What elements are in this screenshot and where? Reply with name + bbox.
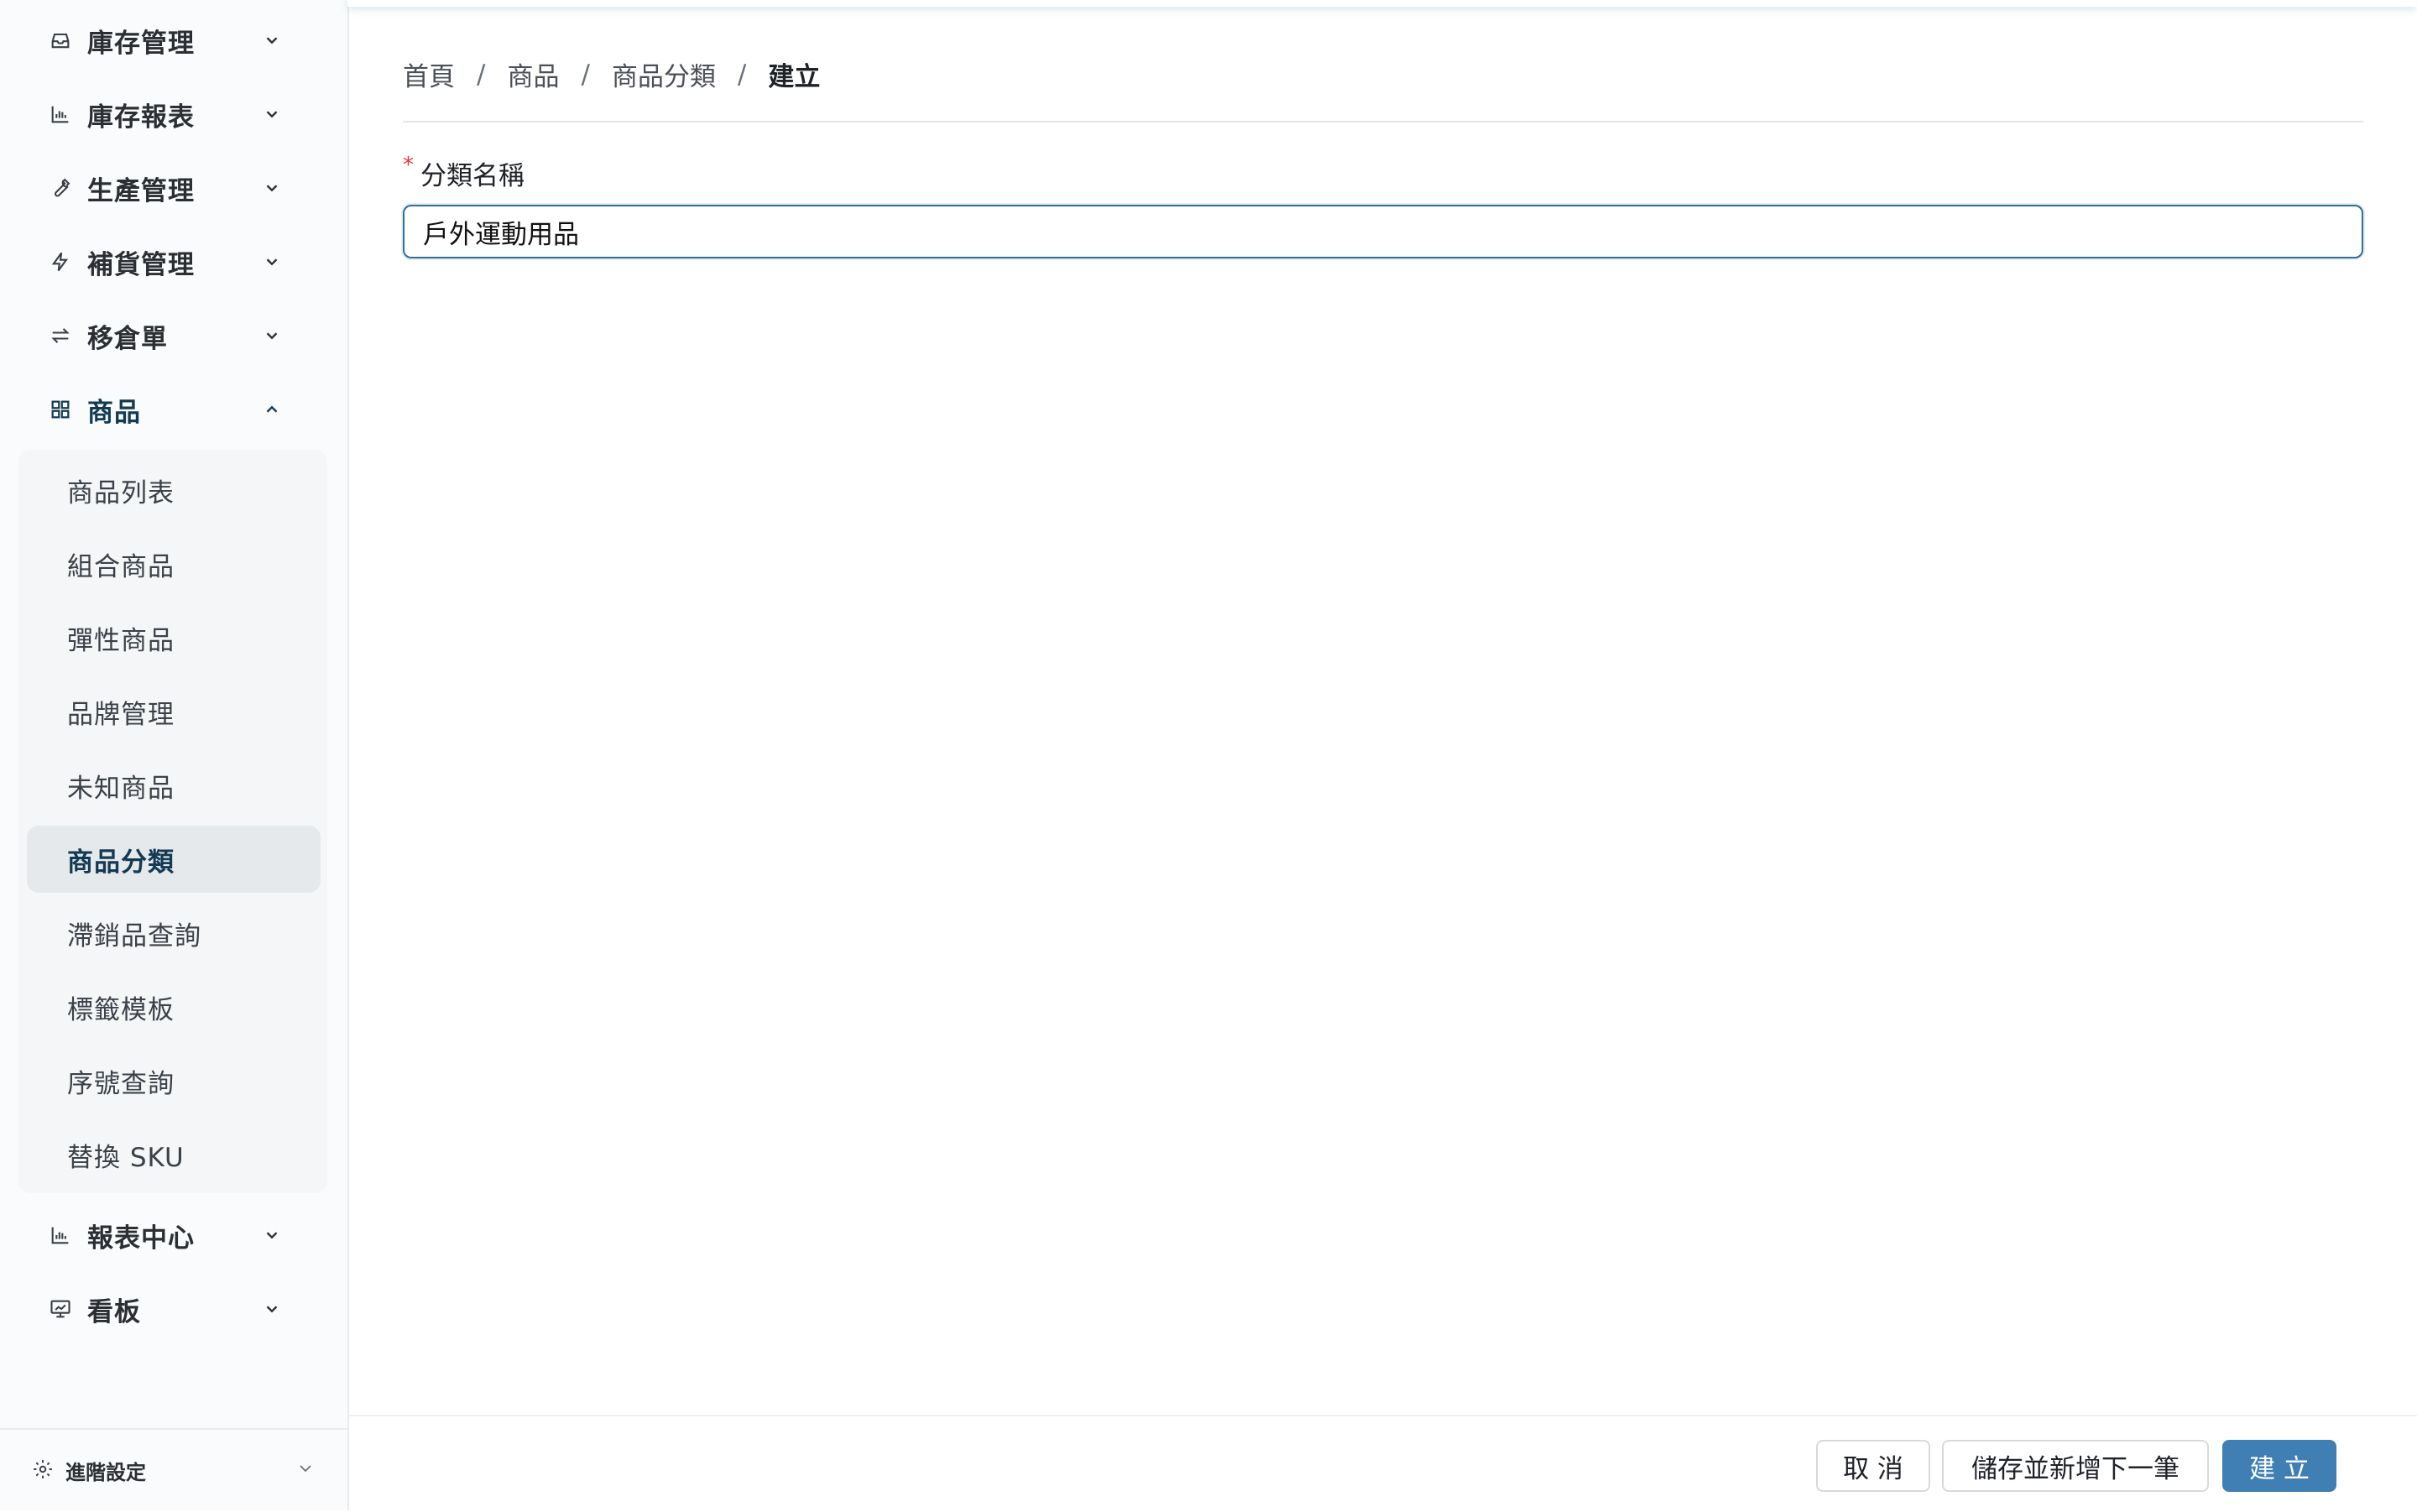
submenu-item-label: 彈性商品 <box>67 625 175 656</box>
sidebar-item-label: 補貨管理 <box>87 249 195 280</box>
inbox-icon <box>44 23 77 57</box>
submenu-item-serial-query[interactable]: 序號查詢 <box>27 1047 321 1114</box>
breadcrumb-home[interactable]: 首頁 <box>403 55 455 93</box>
category-name-input[interactable] <box>403 205 2363 258</box>
chevron-down-icon[interactable] <box>257 1294 287 1324</box>
submenu-item-unknown-products[interactable]: 未知商品 <box>27 752 321 819</box>
bar-chart-icon <box>44 97 77 131</box>
breadcrumb-separator: / <box>737 59 747 90</box>
chevron-up-icon[interactable] <box>257 394 287 425</box>
sidebar: 庫存管理 庫存報表 生產管理 補貨管理 移倉單 商品 商品列表 組合商品 彈性商… <box>0 0 349 1510</box>
advanced-settings-label: 進階設定 <box>65 1460 146 1484</box>
cancel-button[interactable]: 取 消 <box>1816 1440 1930 1492</box>
sidebar-item-label: 報表中心 <box>87 1223 195 1254</box>
submenu-item-label: 未知商品 <box>67 773 175 804</box>
divider <box>403 121 2363 123</box>
chevron-down-icon[interactable] <box>257 25 287 55</box>
grid-icon <box>44 393 77 426</box>
header-strip <box>347 0 2417 7</box>
products-submenu: 商品列表 組合商品 彈性商品 品牌管理 未知商品 商品分類 滯銷品查詢 標籤模板… <box>18 450 327 1193</box>
submenu-item-slow-moving-query[interactable]: 滯銷品查詢 <box>27 899 321 967</box>
category-name-label: * 分類名稱 <box>403 154 525 192</box>
breadcrumb-product-categories[interactable]: 商品分類 <box>612 55 716 93</box>
sidebar-item-transfer-order[interactable]: 移倉單 <box>18 305 304 366</box>
chevron-down-icon[interactable] <box>257 1220 287 1250</box>
sidebar-item-dashboard[interactable]: 看板 <box>18 1279 304 1339</box>
submenu-item-label: 滯銷品查詢 <box>67 920 201 952</box>
submenu-item-label: 組合商品 <box>67 551 175 582</box>
submenu-item-replace-sku[interactable]: 替換 SKU <box>27 1121 321 1188</box>
breadcrumb-current: 建立 <box>768 62 821 92</box>
submenu-item-label: 商品分類 <box>67 847 175 878</box>
sidebar-item-label: 庫存報表 <box>87 102 195 133</box>
submenu-item-product-categories[interactable]: 商品分類 <box>27 826 321 893</box>
action-bar: 取 消 儲存並新增下一筆 建 立 <box>349 1415 2417 1512</box>
sidebar-item-label: 生產管理 <box>87 175 195 206</box>
submenu-item-label: 品牌管理 <box>67 699 175 730</box>
submenu-item-label: 替換 SKU <box>67 1142 185 1173</box>
sidebar-item-production-management[interactable]: 生產管理 <box>18 158 304 218</box>
sidebar-item-report-center[interactable]: 報表中心 <box>18 1205 304 1265</box>
sidebar-item-label: 庫存管理 <box>87 28 195 59</box>
category-name-label-text: 分類名稱 <box>420 161 525 191</box>
chevron-down-icon[interactable] <box>257 173 287 203</box>
sidebar-item-inventory-management[interactable]: 庫存管理 <box>18 10 304 70</box>
submenu-item-label-templates[interactable]: 標籤模板 <box>27 973 321 1040</box>
gear-icon <box>32 1458 55 1482</box>
chevron-down-icon[interactable] <box>257 247 287 277</box>
required-mark: * <box>403 153 414 178</box>
bar-chart-icon <box>44 1218 77 1252</box>
submenu-item-flexible-products[interactable]: 彈性商品 <box>27 604 321 671</box>
breadcrumb: 首頁 / 商品 / 商品分類 / 建立 <box>403 55 820 93</box>
chevron-down-icon[interactable] <box>257 99 287 129</box>
sidebar-item-replenishment-management[interactable]: 補貨管理 <box>18 232 304 292</box>
sidebar-item-products[interactable]: 商品 <box>18 379 304 440</box>
submenu-item-label: 商品列表 <box>67 477 175 508</box>
transfer-icon <box>44 319 77 352</box>
chevron-down-icon[interactable] <box>257 321 287 351</box>
dashboard-icon <box>44 1292 77 1326</box>
chevron-down-icon[interactable] <box>295 1458 316 1482</box>
sidebar-item-inventory-report[interactable]: 庫存報表 <box>18 84 304 144</box>
advanced-settings[interactable]: 進階設定 <box>0 1428 347 1510</box>
submenu-item-bundle-products[interactable]: 組合商品 <box>27 530 321 597</box>
breadcrumb-separator: / <box>581 59 590 90</box>
breadcrumb-separator: / <box>477 59 486 90</box>
submenu-item-brand-management[interactable]: 品牌管理 <box>27 678 321 745</box>
submenu-item-label: 序號查詢 <box>67 1068 175 1099</box>
wrench-icon <box>44 171 77 205</box>
lightning-icon <box>44 245 77 279</box>
app-root: 庫存管理 庫存報表 生產管理 補貨管理 移倉單 商品 商品列表 組合商品 彈性商… <box>0 0 2417 1512</box>
sidebar-item-label: 看板 <box>87 1296 141 1327</box>
create-button[interactable]: 建 立 <box>2222 1440 2336 1492</box>
sidebar-item-label: 移倉單 <box>87 323 168 354</box>
submenu-item-label: 標籤模板 <box>67 994 175 1025</box>
save-and-new-button[interactable]: 儲存並新增下一筆 <box>1942 1440 2209 1492</box>
submenu-item-product-list[interactable]: 商品列表 <box>27 456 321 524</box>
breadcrumb-products[interactable]: 商品 <box>507 55 559 93</box>
sidebar-item-label: 商品 <box>87 397 141 428</box>
